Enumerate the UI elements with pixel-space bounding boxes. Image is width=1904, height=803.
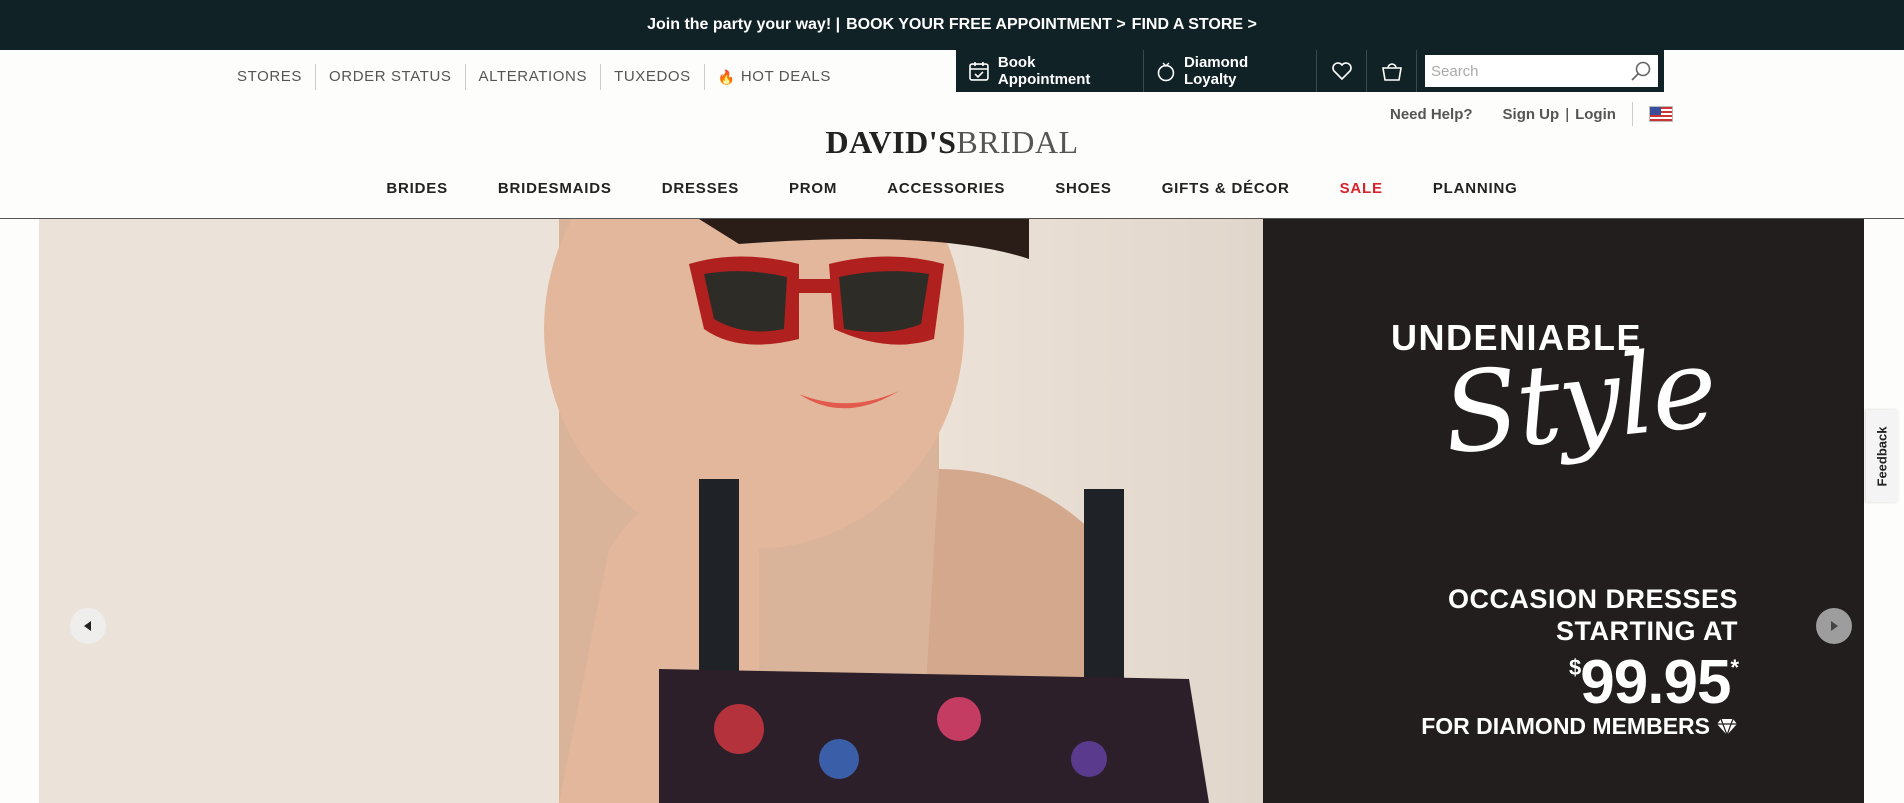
- chevron-left-icon: [84, 621, 91, 631]
- hot-deals-label: HOT DEALS: [740, 68, 831, 85]
- promo-bar: Join the party your way! | BOOK YOUR FRE…: [0, 0, 1904, 50]
- nav-accessories[interactable]: ACCESSORIES: [887, 180, 1005, 216]
- hero-carousel[interactable]: UNDENIABLE Style OCCASION DRESSES STARTI…: [39, 219, 1864, 803]
- hero-photo: [39, 219, 1263, 803]
- members-text: FOR DIAMOND MEMBERS: [1421, 713, 1710, 739]
- chevron-right-icon: [1831, 621, 1838, 631]
- promo-text: Join the party your way! |: [647, 16, 841, 33]
- util-nav-hot-deals[interactable]: 🔥 HOT DEALS: [703, 64, 844, 90]
- nav-brides[interactable]: BRIDES: [386, 180, 447, 216]
- offer-line-1: OCCASION DRESSES: [1447, 584, 1738, 614]
- book-appointment-link[interactable]: BOOK YOUR FREE APPOINTMENT >: [846, 16, 1126, 34]
- diamond-icon: [1717, 718, 1737, 736]
- nav-sale[interactable]: SALE: [1340, 180, 1383, 216]
- util-nav-alterations[interactable]: ALTERATIONS: [464, 64, 601, 90]
- heart-icon: [1331, 62, 1352, 81]
- shopping-bag-icon: [1381, 63, 1402, 81]
- account-links: Need Help? Sign Up | Login: [1390, 102, 1673, 126]
- woman-in-sunglasses-illustration: [39, 219, 1209, 803]
- logo-part-davids: DAVID'S: [825, 124, 957, 160]
- search-box: [1425, 55, 1658, 87]
- book-appointment-label: Book Appointment: [997, 54, 1091, 88]
- nav-bridesmaids[interactable]: BRIDESMAIDS: [498, 180, 612, 216]
- utility-nav: STORES ORDER STATUS ALTERATIONS TUXEDOS …: [224, 64, 844, 90]
- wishlist-button[interactable]: [1317, 50, 1368, 92]
- diamond-loyalty-button[interactable]: Diamond Loyalty: [1144, 50, 1318, 92]
- feedback-label: Feedback: [1874, 426, 1890, 486]
- nav-prom[interactable]: PROM: [789, 180, 837, 216]
- util-nav-order-status[interactable]: ORDER STATUS: [315, 64, 464, 90]
- search-input[interactable]: [1431, 62, 1630, 80]
- find-store-link[interactable]: FIND A STORE >: [1132, 16, 1257, 34]
- cart-button[interactable]: [1367, 50, 1417, 92]
- account-separator: |: [1565, 105, 1570, 123]
- ring-icon: [1157, 62, 1175, 82]
- offer-line-2: STARTING AT: [1556, 616, 1738, 646]
- nav-gifts-decor[interactable]: GIFTS & DÉCOR: [1162, 180, 1290, 216]
- diamond-loyalty-label: Diamond Loyalty: [1183, 54, 1249, 88]
- book-appointment-button[interactable]: Book Appointment: [956, 50, 1145, 92]
- need-help-link[interactable]: Need Help?: [1390, 106, 1473, 123]
- sign-up-link[interactable]: Sign Up: [1503, 106, 1560, 123]
- us-flag-icon[interactable]: [1648, 106, 1673, 122]
- nav-dresses[interactable]: DRESSES: [662, 180, 739, 216]
- site-logo[interactable]: DAVID'SBRIDAL: [0, 124, 1904, 161]
- hero-price: $99.95*: [1569, 647, 1739, 718]
- logo-part-bridal: BRIDAL: [956, 124, 1079, 160]
- hero-members-line: FOR DIAMOND MEMBERS: [1421, 713, 1738, 740]
- hero-promo-panel: UNDENIABLE Style OCCASION DRESSES STARTI…: [1263, 219, 1864, 803]
- search-icon[interactable]: [1630, 60, 1652, 82]
- price-asterisk: *: [1730, 655, 1739, 680]
- main-nav: BRIDES BRIDESMAIDS DRESSES PROM ACCESSOR…: [0, 180, 1904, 216]
- hero-script: Style: [1437, 323, 1721, 479]
- util-nav-tuxedos[interactable]: TUXEDOS: [600, 64, 704, 90]
- carousel-next-button[interactable]: [1816, 608, 1852, 644]
- action-bar: Book Appointment Diamond Loyalty: [956, 50, 1664, 92]
- util-nav-stores[interactable]: STORES: [224, 64, 315, 90]
- login-link[interactable]: Login: [1575, 106, 1616, 123]
- flame-icon: 🔥: [717, 69, 736, 85]
- carousel-prev-button[interactable]: [70, 608, 106, 644]
- price-currency: $: [1569, 655, 1581, 680]
- nav-planning[interactable]: PLANNING: [1433, 180, 1518, 216]
- nav-shoes[interactable]: SHOES: [1055, 180, 1112, 216]
- feedback-tab[interactable]: Feedback: [1866, 410, 1898, 502]
- price-value: 99.95: [1580, 648, 1731, 717]
- divider: [1631, 102, 1633, 126]
- calendar-icon: [969, 62, 989, 81]
- hero-offer-text: OCCASION DRESSES STARTING AT: [1448, 583, 1738, 647]
